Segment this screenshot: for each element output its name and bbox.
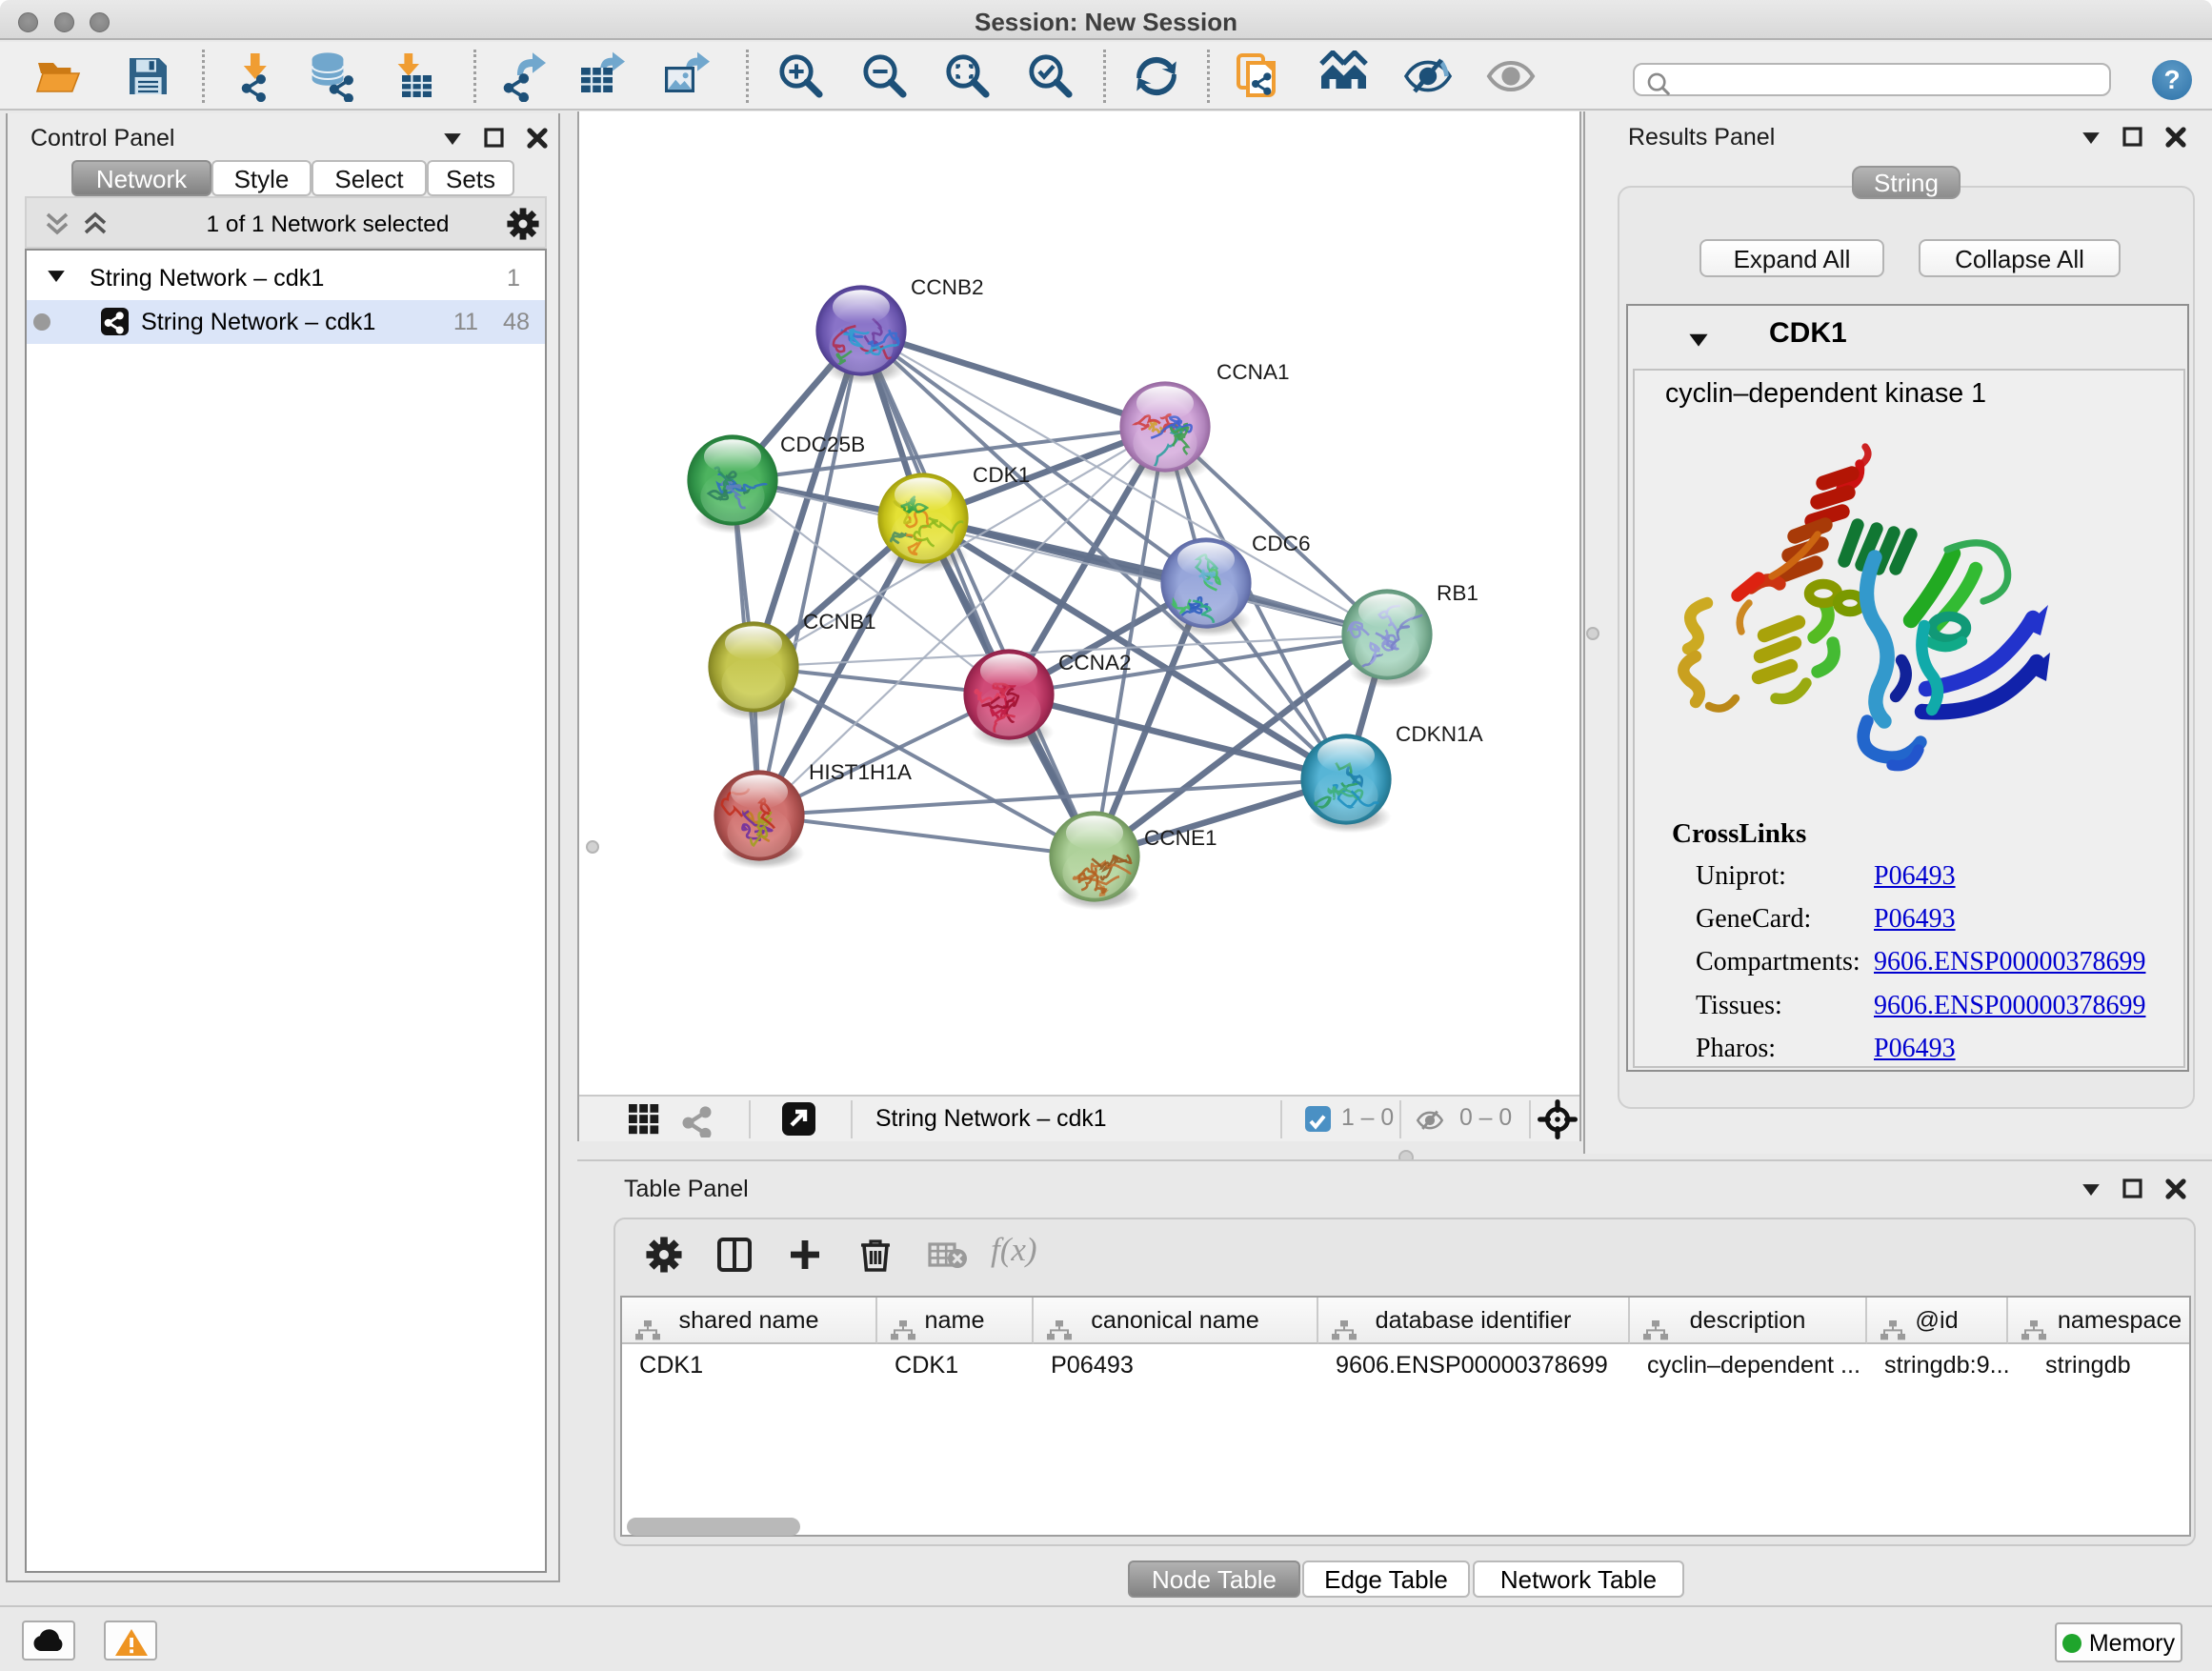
svg-text:CDKN1A: CDKN1A: [1396, 722, 1484, 746]
svg-text:HIST1H1A: HIST1H1A: [809, 760, 913, 784]
svg-text:CCNE1: CCNE1: [1144, 826, 1217, 850]
svg-text:RB1: RB1: [1437, 581, 1478, 605]
svg-text:CCNA2: CCNA2: [1058, 651, 1132, 674]
svg-text:CCNB1: CCNB1: [803, 610, 876, 634]
svg-text:CDC25B: CDC25B: [780, 433, 865, 456]
svg-text:CCNB2: CCNB2: [911, 275, 984, 299]
svg-text:CCNA1: CCNA1: [1217, 360, 1290, 384]
svg-text:CDC6: CDC6: [1252, 532, 1311, 555]
svg-text:CDK1: CDK1: [973, 463, 1030, 487]
